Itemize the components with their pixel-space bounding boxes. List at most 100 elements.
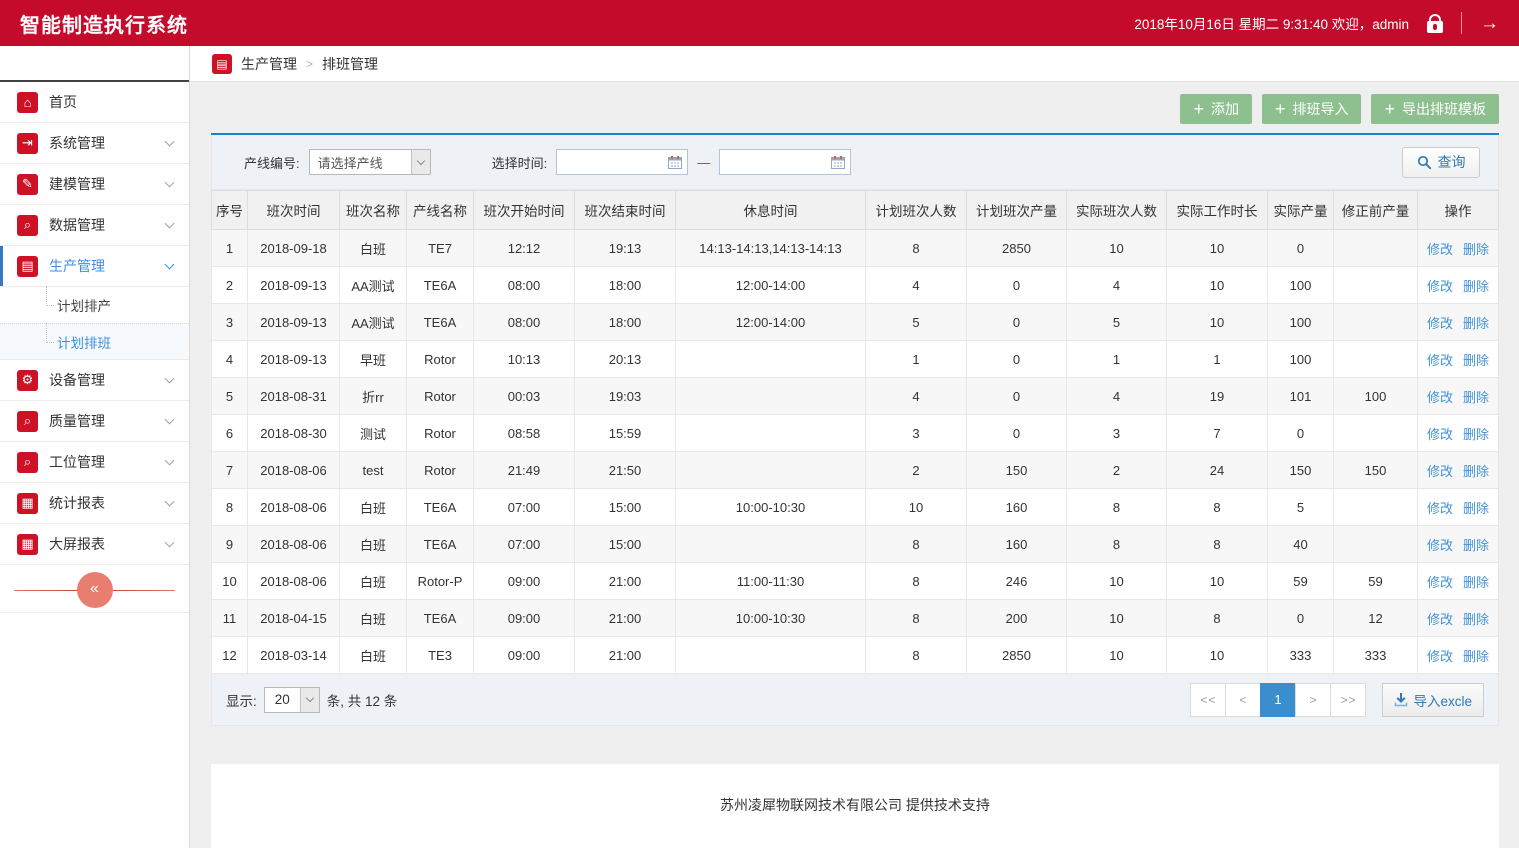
table-cell: AA测试 <box>340 267 407 304</box>
sidebar-item-production[interactable]: ▤生产管理 <box>0 246 189 287</box>
column-header: 实际工作时长 <box>1167 191 1268 230</box>
delete-link[interactable]: 删除 <box>1463 353 1489 368</box>
import-excel-button[interactable]: 导入excle <box>1382 683 1484 717</box>
shift-import-button[interactable]: 排班导入 <box>1262 94 1362 124</box>
edit-link[interactable]: 修改 <box>1427 390 1453 405</box>
sidebar-item-label: 质量管理 <box>49 411 105 431</box>
calendar-icon <box>831 156 845 169</box>
sidebar-item-stats[interactable]: ▦统计报表 <box>0 483 189 524</box>
range-separator: — <box>697 155 710 170</box>
page-first-button[interactable]: << <box>1190 683 1226 717</box>
delete-link[interactable]: 删除 <box>1463 279 1489 294</box>
delete-link[interactable]: 删除 <box>1463 649 1489 664</box>
sidebar-item-system[interactable]: ⇥系统管理 <box>0 123 189 164</box>
table-cell: TE6A <box>407 489 474 526</box>
column-header: 实际班次人数 <box>1067 191 1167 230</box>
breadcrumb-section[interactable]: 生产管理 <box>241 54 297 74</box>
edit-link[interactable]: 修改 <box>1427 242 1453 257</box>
table-cell: 21:00 <box>575 637 676 674</box>
delete-link[interactable]: 删除 <box>1463 464 1489 479</box>
edit-link[interactable]: 修改 <box>1427 501 1453 516</box>
table-cell: 160 <box>967 489 1067 526</box>
search-button[interactable]: 查询 <box>1402 147 1480 178</box>
delete-link[interactable]: 删除 <box>1463 538 1489 553</box>
start-date-input[interactable] <box>556 149 688 175</box>
page-prev-button[interactable]: < <box>1225 683 1261 717</box>
delete-link[interactable]: 删除 <box>1463 316 1489 331</box>
table-cell-actions: 修改删除 <box>1418 600 1499 637</box>
column-header: 产线名称 <box>407 191 474 230</box>
table-cell <box>676 415 866 452</box>
breadcrumb-separator: > <box>306 57 313 71</box>
page-size-select[interactable]: 20 <box>264 687 320 713</box>
sidebar-item-bigscreen[interactable]: ▦大屏报表 <box>0 524 189 565</box>
edit-link[interactable]: 修改 <box>1427 612 1453 627</box>
delete-link[interactable]: 删除 <box>1463 242 1489 257</box>
system-icon: ⇥ <box>17 133 38 154</box>
page-last-button[interactable]: >> <box>1330 683 1366 717</box>
table-cell: 150 <box>967 452 1067 489</box>
table-cell: 18:00 <box>575 267 676 304</box>
end-date-input[interactable] <box>719 149 851 175</box>
logout-arrow-icon[interactable] <box>1480 14 1499 33</box>
sidebar-item-label: 数据管理 <box>49 215 105 235</box>
table-cell <box>1334 415 1418 452</box>
sidebar-item-data[interactable]: ⌕数据管理 <box>0 205 189 246</box>
line-select[interactable]: 请选择产线 <box>309 149 431 175</box>
page-next-button[interactable]: > <box>1295 683 1331 717</box>
edit-link[interactable]: 修改 <box>1427 538 1453 553</box>
table-cell: 21:00 <box>575 563 676 600</box>
edit-link[interactable]: 修改 <box>1427 575 1453 590</box>
line-number-label: 产线编号: <box>244 153 300 172</box>
table-cell <box>1334 341 1418 378</box>
table-cell: 8 <box>1167 600 1268 637</box>
table-cell: 21:49 <box>474 452 575 489</box>
table-cell: 白班 <box>340 526 407 563</box>
sidebar-item-label: 大屏报表 <box>49 534 105 554</box>
table-cell: 2 <box>866 452 967 489</box>
lock-icon[interactable] <box>1427 21 1443 33</box>
topbar: 智能制造执行系统 2018年10月16日 星期二 9:31:40 欢迎，admi… <box>0 0 1519 46</box>
sidebar-item-home[interactable]: ⌂首页 <box>0 82 189 123</box>
delete-link[interactable]: 删除 <box>1463 390 1489 405</box>
delete-link[interactable]: 删除 <box>1463 427 1489 442</box>
table-cell: 15:00 <box>575 526 676 563</box>
table-cell: 1 <box>866 341 967 378</box>
table-cell: TE3 <box>407 637 474 674</box>
sidebar-item-modeling[interactable]: ✎建模管理 <box>0 164 189 205</box>
edit-link[interactable]: 修改 <box>1427 649 1453 664</box>
page-number-button[interactable]: 1 <box>1260 683 1296 717</box>
table-cell: 200 <box>967 600 1067 637</box>
table-row: 92018-08-06白班TE6A07:0015:0081608840修改删除 <box>212 526 1499 563</box>
sidebar-item-station[interactable]: ⌕工位管理 <box>0 442 189 483</box>
table-cell: 2 <box>212 267 248 304</box>
sidebar-subitem-plan-production[interactable]: 计划排产 <box>0 287 189 323</box>
table-cell: 8 <box>1167 526 1268 563</box>
edit-link[interactable]: 修改 <box>1427 316 1453 331</box>
table-cell: 10 <box>1067 563 1167 600</box>
table-cell: 10 <box>1067 637 1167 674</box>
edit-link[interactable]: 修改 <box>1427 353 1453 368</box>
delete-link[interactable]: 删除 <box>1463 612 1489 627</box>
column-header: 序号 <box>212 191 248 230</box>
table-cell: 8 <box>866 230 967 267</box>
sidebar-subitem-plan-shift[interactable]: 计划排班 <box>0 323 189 359</box>
delete-link[interactable]: 删除 <box>1463 575 1489 590</box>
table-cell: 08:58 <box>474 415 575 452</box>
table-cell: 3 <box>212 304 248 341</box>
delete-link[interactable]: 删除 <box>1463 501 1489 516</box>
add-button[interactable]: 添加 <box>1180 94 1252 124</box>
edit-link[interactable]: 修改 <box>1427 464 1453 479</box>
export-template-button[interactable]: 导出排班模板 <box>1371 94 1499 124</box>
table-cell: 15:59 <box>575 415 676 452</box>
table-cell: 3 <box>1067 415 1167 452</box>
sidebar-collapse-button[interactable] <box>77 572 113 608</box>
sidebar-item-equipment[interactable]: ⚙设备管理 <box>0 360 189 401</box>
sidebar-item-quality[interactable]: ⌕质量管理 <box>0 401 189 442</box>
table-row: 32018-09-13AA测试TE6A08:0018:0012:00-14:00… <box>212 304 1499 341</box>
table-cell: Rotor <box>407 341 474 378</box>
edit-link[interactable]: 修改 <box>1427 279 1453 294</box>
table-cell: 白班 <box>340 230 407 267</box>
edit-link[interactable]: 修改 <box>1427 427 1453 442</box>
chevron-down-icon <box>300 688 319 712</box>
